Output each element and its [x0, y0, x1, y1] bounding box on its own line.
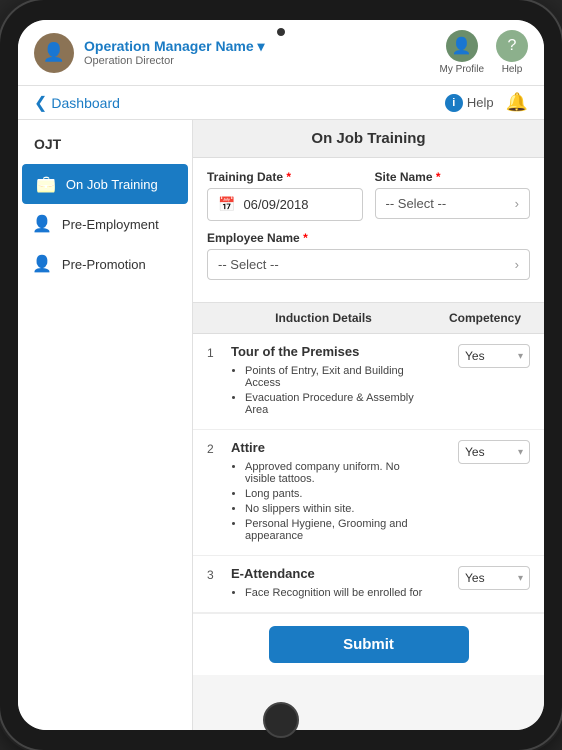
row-3-competency[interactable]: Yes ▾: [440, 566, 530, 590]
sidebar-label-prepromotion: Pre-Promotion: [62, 257, 146, 272]
row-number-1: 1: [207, 344, 223, 360]
sidebar-item-ojt[interactable]: 💼 On Job Training: [22, 164, 188, 204]
col-detail-header: Induction Details: [207, 311, 440, 325]
preemployment-icon: 👤: [32, 214, 52, 234]
row-2-detail: Attire Approved company uniform. No visi…: [223, 440, 440, 545]
bullet-item: Personal Hygiene, Grooming and appearanc…: [245, 518, 432, 542]
nav-bar: ❮ Dashboard i Help 🔔: [18, 86, 544, 120]
competency-select-2[interactable]: Yes ▾: [458, 440, 530, 464]
training-date-input[interactable]: 📅 06/09/2018: [207, 188, 363, 221]
submit-section: Submit: [193, 613, 544, 675]
table-row: 2 Attire Approved company uniform. No vi…: [193, 430, 544, 556]
tablet-screen: 👤 Operation Manager Name ▾ Operation Dir…: [18, 20, 544, 730]
content-area: On Job Training Training Date * 📅 06/09/…: [193, 120, 544, 730]
prepromotion-icon: 👤: [32, 254, 52, 274]
col-competency-header: Competency: [440, 311, 530, 325]
nav-help-label: Help: [467, 95, 494, 110]
submit-button[interactable]: Submit: [269, 626, 469, 663]
avatar: 👤: [34, 33, 74, 73]
row-1-bullets: Points of Entry, Exit and Building Acces…: [231, 365, 432, 416]
site-name-placeholder: -- Select --: [386, 196, 447, 211]
user-role: Operation Director: [84, 55, 265, 67]
bullet-item: Evacuation Procedure & Assembly Area: [245, 392, 432, 416]
competency-value-1: Yes: [465, 349, 485, 363]
competency-select-3[interactable]: Yes ▾: [458, 566, 530, 590]
user-info[interactable]: 👤 Operation Manager Name ▾ Operation Dir…: [34, 33, 265, 73]
form-section: Training Date * 📅 06/09/2018 Site Name: [193, 158, 544, 303]
sidebar-item-prepromotion[interactable]: 👤 Pre-Promotion: [18, 244, 192, 284]
competency-value-2: Yes: [465, 445, 485, 459]
main-content: OJT 💼 On Job Training 👤 Pre-Employment 👤…: [18, 120, 544, 730]
back-button[interactable]: ❮ Dashboard: [34, 93, 120, 113]
sidebar-title: OJT: [18, 128, 192, 164]
form-row-1: Training Date * 📅 06/09/2018 Site Name: [207, 170, 530, 221]
site-name-label: Site Name *: [375, 170, 531, 184]
row-2-bullets: Approved company uniform. No visible tat…: [231, 461, 432, 542]
tablet-frame: 👤 Operation Manager Name ▾ Operation Dir…: [0, 0, 562, 750]
camera-notch: [277, 28, 285, 36]
help-button[interactable]: ? Help: [496, 30, 528, 75]
row-2-title: Attire: [231, 440, 432, 455]
competency-chevron-2: ▾: [518, 447, 523, 458]
table-row: 3 E-Attendance Face Recognition will be …: [193, 556, 544, 613]
nav-right: i Help 🔔: [445, 92, 528, 113]
required-star-3: *: [303, 231, 308, 245]
row-1-title: Tour of the Premises: [231, 344, 432, 359]
employee-name-placeholder: -- Select --: [218, 257, 279, 272]
header-icons: 👤 My Profile ? Help: [440, 30, 528, 75]
profile-icon: 👤: [446, 30, 478, 62]
user-name: Operation Manager Name ▾: [84, 38, 265, 55]
row-3-detail: E-Attendance Face Recognition will be en…: [223, 566, 440, 602]
help-icon: ?: [496, 30, 528, 62]
row-2-competency[interactable]: Yes ▾: [440, 440, 530, 464]
employee-name-select[interactable]: -- Select -- ›: [207, 249, 530, 280]
site-name-chevron: ›: [515, 196, 519, 211]
calendar-icon: 📅: [218, 196, 235, 213]
home-button[interactable]: [263, 702, 299, 738]
competency-chevron-1: ▾: [518, 351, 523, 362]
required-star-1: *: [286, 170, 291, 184]
back-label: Dashboard: [51, 95, 120, 111]
bullet-item: Approved company uniform. No visible tat…: [245, 461, 432, 485]
row-1-competency[interactable]: Yes ▾: [440, 344, 530, 368]
employee-name-field: Employee Name * -- Select -- ›: [207, 231, 530, 280]
sidebar: OJT 💼 On Job Training 👤 Pre-Employment 👤…: [18, 120, 193, 730]
form-row-2: Employee Name * -- Select -- ›: [207, 231, 530, 280]
content-header: On Job Training: [193, 120, 544, 158]
bullet-item: Points of Entry, Exit and Building Acces…: [245, 365, 432, 389]
table-row: 1 Tour of the Premises Points of Entry, …: [193, 334, 544, 430]
employee-name-label: Employee Name *: [207, 231, 530, 245]
site-name-field: Site Name * -- Select -- ›: [375, 170, 531, 221]
competency-select-1[interactable]: Yes ▾: [458, 344, 530, 368]
row-3-title: E-Attendance: [231, 566, 432, 581]
training-date-field: Training Date * 📅 06/09/2018: [207, 170, 363, 221]
bell-icon[interactable]: 🔔: [506, 92, 528, 113]
my-profile-button[interactable]: 👤 My Profile: [440, 30, 484, 75]
competency-value-3: Yes: [465, 571, 485, 585]
row-1-detail: Tour of the Premises Points of Entry, Ex…: [223, 344, 440, 419]
sidebar-item-preemployment[interactable]: 👤 Pre-Employment: [18, 204, 192, 244]
training-date-value: 06/09/2018: [243, 197, 308, 212]
bullet-item: Long pants.: [245, 488, 432, 500]
sidebar-label-preemployment: Pre-Employment: [62, 217, 159, 232]
back-arrow-icon: ❮: [34, 93, 47, 113]
bullet-item: Face Recognition will be enrolled for: [245, 587, 432, 599]
nav-help-icon: i: [445, 94, 463, 112]
ojt-icon: 💼: [36, 174, 56, 194]
bullet-item: No slippers within site.: [245, 503, 432, 515]
required-star-2: *: [436, 170, 441, 184]
user-text: Operation Manager Name ▾ Operation Direc…: [84, 38, 265, 67]
row-number-3: 3: [207, 566, 223, 582]
table-header: Induction Details Competency: [193, 303, 544, 334]
training-date-label: Training Date *: [207, 170, 363, 184]
employee-name-chevron: ›: [515, 257, 519, 272]
site-name-select[interactable]: -- Select -- ›: [375, 188, 531, 219]
competency-chevron-3: ▾: [518, 573, 523, 584]
nav-help-button[interactable]: i Help: [445, 94, 494, 112]
row-3-bullets: Face Recognition will be enrolled for: [231, 587, 432, 599]
sidebar-label-ojt: On Job Training: [66, 177, 158, 192]
row-number-2: 2: [207, 440, 223, 456]
